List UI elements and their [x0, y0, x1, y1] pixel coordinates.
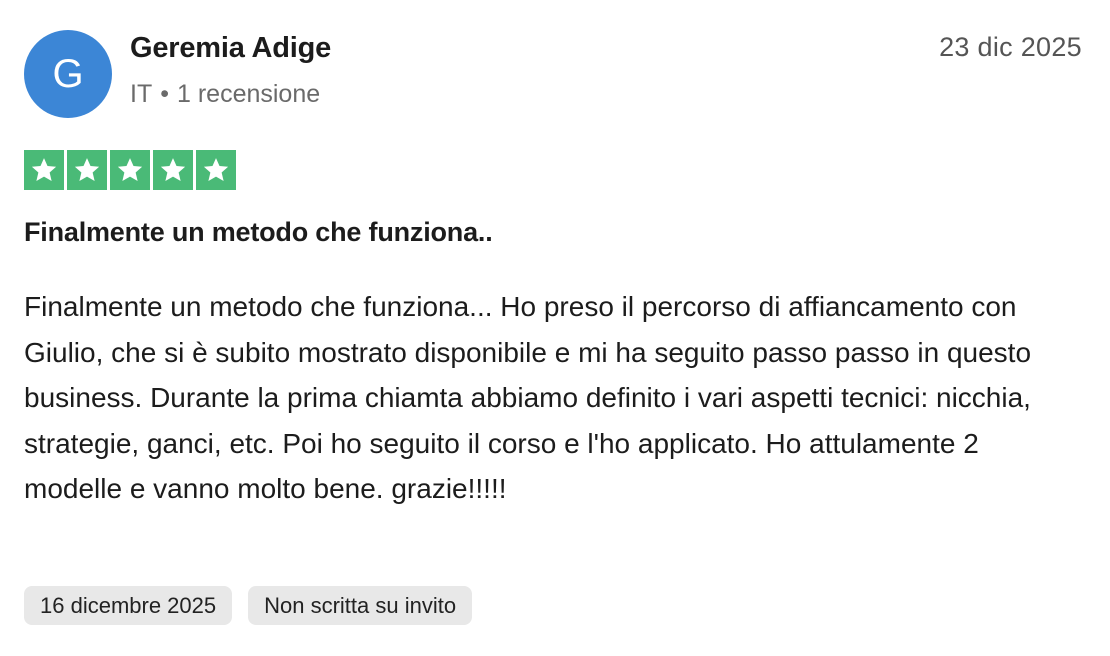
star-icon — [196, 150, 236, 190]
reviewer-name[interactable]: Geremia Adige — [130, 32, 331, 65]
review-card: G Geremia Adige IT • 1 recensione 23 dic… — [0, 0, 1110, 656]
star-icon — [24, 150, 64, 190]
review-title[interactable]: Finalmente un metodo che funziona.. — [24, 217, 493, 248]
reviewer-review-count: 1 recensione — [176, 80, 321, 108]
reviewer-meta: IT • 1 recensione — [130, 80, 320, 109]
review-date: 23 dic 2025 — [939, 32, 1082, 62]
avatar-initial: G — [52, 51, 84, 96]
reviewer-country: IT — [130, 80, 153, 108]
avatar[interactable]: G — [24, 30, 112, 118]
review-tags: 16 dicembre 2025 Non scritta su invito — [24, 586, 473, 625]
star-icon — [67, 150, 107, 190]
star-icon — [153, 150, 193, 190]
star-icon — [110, 150, 150, 190]
star-rating — [24, 150, 236, 190]
experience-date-tag: 16 dicembre 2025 — [24, 586, 233, 625]
meta-separator: • — [160, 80, 169, 108]
review-body: Finalmente un metodo che funziona... Ho … — [24, 291, 1032, 504]
invite-status-tag: Non scritta su invito — [248, 586, 473, 625]
